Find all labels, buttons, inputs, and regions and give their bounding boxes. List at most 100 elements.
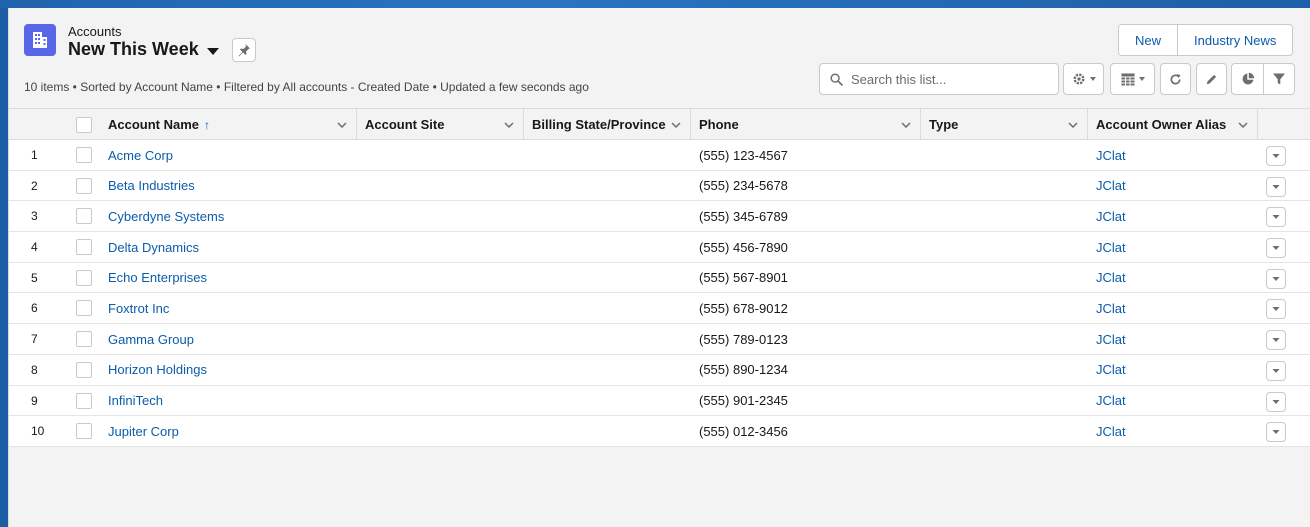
account-name-link[interactable]: Echo Enterprises <box>108 263 207 293</box>
owner-alias-link[interactable]: JClat <box>1096 140 1126 170</box>
pin-list-view-button[interactable] <box>232 38 256 62</box>
owner-alias-link[interactable]: JClat <box>1096 201 1126 231</box>
row-select <box>76 386 92 416</box>
account-name-link[interactable]: Delta Dynamics <box>108 232 199 262</box>
charts-button[interactable] <box>1232 64 1263 94</box>
owner-alias-link[interactable]: JClat <box>1096 171 1126 201</box>
column-header-billing-state[interactable]: Billing State/Province <box>524 109 691 140</box>
row-actions-button[interactable] <box>1266 299 1286 320</box>
row-number: 4 <box>31 240 38 255</box>
account-name-link[interactable]: Jupiter Corp <box>108 416 179 446</box>
table-row: 6 Foxtrot Inc (555) 678-9012 JClat <box>9 293 1310 325</box>
row-checkbox[interactable] <box>76 423 92 440</box>
chevron-down-icon <box>1272 154 1280 158</box>
chevron-down-icon <box>1272 338 1280 343</box>
column-header-account-site[interactable]: Account Site <box>357 109 524 140</box>
account-name-link[interactable]: Horizon Holdings <box>108 355 207 385</box>
row-checkbox[interactable] <box>76 239 92 256</box>
owner-alias-link[interactable]: JClat <box>1096 293 1126 323</box>
select-all-checkbox[interactable] <box>76 116 92 133</box>
list-view-frame: Accounts New This Week 10 items • Sorted… <box>8 8 1310 527</box>
row-actions-button[interactable] <box>1266 360 1286 381</box>
table-header: Account Name ↑ Account Site Billing Stat… <box>9 108 1310 140</box>
phone-cell: (555) 012-3456 <box>699 423 788 439</box>
row-checkbox[interactable] <box>76 392 92 409</box>
column-label: Type <box>929 117 959 132</box>
chevron-down-icon[interactable] <box>336 119 348 131</box>
row-actions-button[interactable] <box>1266 146 1286 166</box>
account-name-link[interactable]: Cyberdyne Systems <box>108 201 224 231</box>
chevron-down-icon <box>1272 246 1280 251</box>
row-actions-button[interactable] <box>1266 176 1286 197</box>
account-name-link[interactable]: Foxtrot Inc <box>108 293 169 323</box>
search-icon <box>830 72 843 86</box>
caret-down-icon[interactable] <box>206 47 219 55</box>
column-header-owner-alias[interactable]: Account Owner Alias <box>1088 109 1258 140</box>
row-actions-button[interactable] <box>1266 422 1286 443</box>
chevron-down-icon[interactable] <box>503 119 515 131</box>
row-checkbox[interactable] <box>76 300 92 317</box>
owner-alias-link[interactable]: JClat <box>1096 263 1126 293</box>
search-list-box[interactable] <box>819 63 1059 95</box>
list-view-header: Accounts New This Week 10 items • Sorted… <box>9 8 1310 115</box>
industry-news-button[interactable]: Industry News <box>1177 25 1293 55</box>
account-name-link[interactable]: Gamma Group <box>108 324 194 354</box>
phone-cell: (555) 789-0123 <box>699 331 788 347</box>
account-name-link[interactable]: InfiniTech <box>108 386 163 416</box>
row-checkbox[interactable] <box>76 331 92 348</box>
chevron-down-icon[interactable] <box>1237 119 1249 131</box>
chart-filter-group <box>1231 63 1295 95</box>
chevron-down-icon[interactable] <box>670 119 682 131</box>
table-row: 1 Acme Corp (555) 123-4567 JClat <box>9 140 1310 171</box>
owner-alias-link[interactable]: JClat <box>1096 324 1126 354</box>
row-checkbox[interactable] <box>76 208 92 225</box>
column-header-phone[interactable]: Phone <box>691 109 921 140</box>
owner-alias-link[interactable]: JClat <box>1096 386 1126 416</box>
row-select <box>76 201 92 231</box>
row-checkbox[interactable] <box>76 361 92 378</box>
list-view-picker[interactable]: New This Week <box>68 39 219 60</box>
filters-button[interactable] <box>1263 64 1294 94</box>
column-label: Phone <box>699 117 739 132</box>
row-actions-button[interactable] <box>1266 268 1286 289</box>
search-input[interactable] <box>851 71 1041 87</box>
chevron-down-icon <box>1272 368 1280 373</box>
column-header-type[interactable]: Type <box>921 109 1088 140</box>
page-title: New This Week <box>68 39 199 59</box>
row-select <box>76 293 92 323</box>
display-as-button[interactable] <box>1110 63 1155 95</box>
row-select <box>76 324 92 354</box>
row-number-header <box>9 109 67 140</box>
row-actions-button[interactable] <box>1266 207 1286 228</box>
chevron-down-icon[interactable] <box>1067 119 1079 131</box>
account-name-link[interactable]: Acme Corp <box>108 140 173 170</box>
row-checkbox[interactable] <box>76 147 92 163</box>
sort-ascending-icon: ↑ <box>204 117 211 132</box>
header-button-group: New Industry News <box>1118 24 1294 56</box>
list-view-controls-button[interactable] <box>1063 63 1104 95</box>
refresh-button[interactable] <box>1160 63 1191 95</box>
row-checkbox[interactable] <box>76 177 92 194</box>
row-checkbox[interactable] <box>76 269 92 286</box>
chevron-down-icon[interactable] <box>900 119 912 131</box>
row-actions-button[interactable] <box>1266 391 1286 412</box>
owner-alias-link[interactable]: JClat <box>1096 416 1126 446</box>
phone-cell: (555) 345-6789 <box>699 208 788 224</box>
table-row: 4 Delta Dynamics (555) 456-7890 JClat <box>9 232 1310 263</box>
chevron-down-icon <box>1272 215 1280 220</box>
row-actions-button[interactable] <box>1266 238 1286 259</box>
row-select <box>76 263 92 293</box>
column-header-account-name[interactable]: Account Name ↑ <box>100 109 357 140</box>
owner-alias-link[interactable]: JClat <box>1096 355 1126 385</box>
table-row: 10 Jupiter Corp (555) 012-3456 JClat <box>9 416 1310 447</box>
inline-edit-button[interactable] <box>1196 63 1227 95</box>
chevron-down-icon <box>1138 77 1145 81</box>
table-row: 2 Beta Industries (555) 234-5678 JClat <box>9 170 1310 202</box>
column-label: Account Owner Alias <box>1096 117 1227 132</box>
new-button[interactable]: New <box>1119 25 1178 55</box>
owner-alias-link[interactable]: JClat <box>1096 232 1126 262</box>
row-actions-button[interactable] <box>1266 330 1286 351</box>
account-name-link[interactable]: Beta Industries <box>108 171 195 201</box>
row-number: 7 <box>31 332 38 347</box>
list-view-summary: 10 items • Sorted by Account Name • Filt… <box>24 80 589 94</box>
